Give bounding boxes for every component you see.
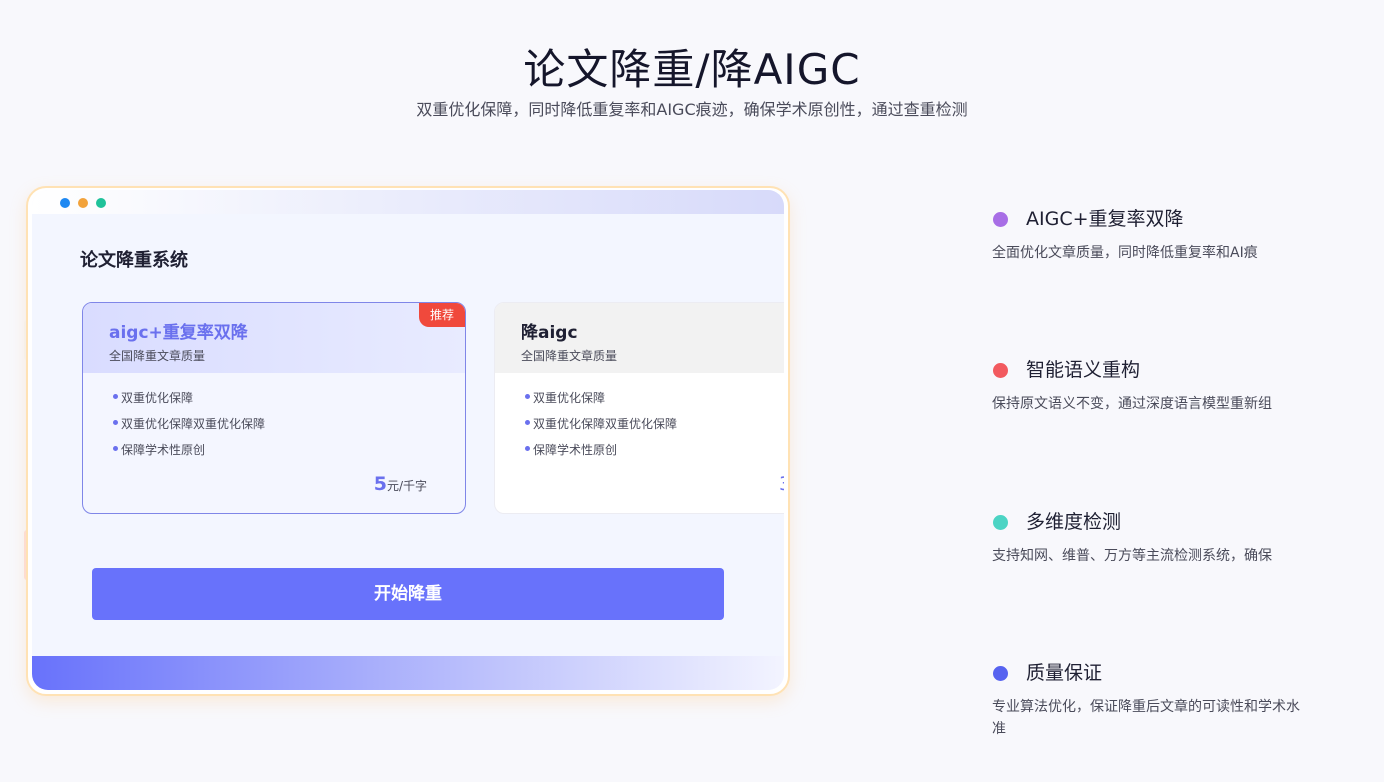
feature-description: 全面优化文章质量，同时降低重复率和AI痕 [992,245,1258,261]
plan-feature: 双重优化保障 [525,389,605,406]
feature-bullet-icon [993,212,1008,227]
feature-item-semantic-rewrite: 智能语义重构 保持原文语义不变，通过深度语言模型重新组 [992,355,1312,425]
feature-description: 保持原文语义不变，通过深度语言模型重新组 [992,396,1272,412]
feature-description: 支持知网、维普、万方等主流检测系统，确保 [992,548,1272,564]
feature-bullet-icon [993,666,1008,681]
feature-title: 质量保证 [1026,662,1103,684]
window-content: 论文降重系统 aigc+重复率双降 全国降重文章质量 推荐 双重优化保障 双重优… [32,190,784,690]
plan-name: 降aigc [521,323,578,343]
window-dot-green-icon [96,198,106,208]
plan-feature: 双重优化保障 [113,389,193,406]
app-window-mockup: 论文降重系统 aigc+重复率双降 全国降重文章质量 推荐 双重优化保障 双重优… [26,186,790,696]
price-value: 5 [373,473,387,495]
feature-bullet-icon [993,363,1008,378]
plan-feature: 双重优化保障双重优化保障 [113,415,265,432]
plan-description: 全国降重文章质量 [521,349,618,363]
price-unit: 元/千字 [386,479,427,493]
plan-card-aigc-dual[interactable]: aigc+重复率双降 全国降重文章质量 推荐 双重优化保障 双重优化保障双重优化… [82,302,466,514]
window-title-bar [32,190,784,214]
feature-title: 多维度检测 [1026,511,1122,533]
plan-header: aigc+重复率双降 全国降重文章质量 推荐 [83,303,465,373]
plan-feature: 保障学术性原创 [113,441,205,458]
plan-card-aigc[interactable]: 降aigc 全国降重文章质量 双重优化保障 双重优化保障双重优化保障 保障学术性… [494,302,784,514]
recommend-badge: 推荐 [419,303,465,327]
feature-description: 专业算法优化，保证降重后文章的可读性和学术水准 [992,699,1300,737]
feature-item-dual-reduce: AIGC+重复率双降 全面优化文章质量，同时降低重复率和AI痕 [992,204,1312,274]
system-title: 论文降重系统 [80,250,188,271]
plan-header: 降aigc 全国降重文章质量 [495,303,784,373]
feature-bullet-icon [993,515,1008,530]
page-title: 论文降重/降AIGC [523,45,861,94]
page-subtitle: 双重优化保障，同时降低重复率和AIGC痕迹，确保学术原创性，通过查重检测 [416,100,968,119]
window-footer-gradient [32,656,784,690]
feature-title: AIGC+重复率双降 [1026,208,1184,230]
plan-description: 全国降重文章质量 [109,349,206,363]
feature-item-quality: 质量保证 专业算法优化，保证降重后文章的可读性和学术水准 [992,658,1312,748]
price-value: 3 [779,473,784,495]
plan-price: 5元/千字 [374,473,427,495]
plan-feature: 保障学术性原创 [525,441,617,458]
window-dot-orange-icon [78,198,88,208]
plan-feature: 双重优化保障双重优化保障 [525,415,677,432]
plan-name: aigc+重复率双降 [109,323,248,343]
feature-item-multi-detection: 多维度检测 支持知网、维普、万方等主流检测系统，确保 [992,507,1312,577]
window-dot-blue-icon [60,198,70,208]
start-rewrite-button[interactable]: 开始降重 [92,568,724,620]
feature-title: 智能语义重构 [1026,359,1141,381]
